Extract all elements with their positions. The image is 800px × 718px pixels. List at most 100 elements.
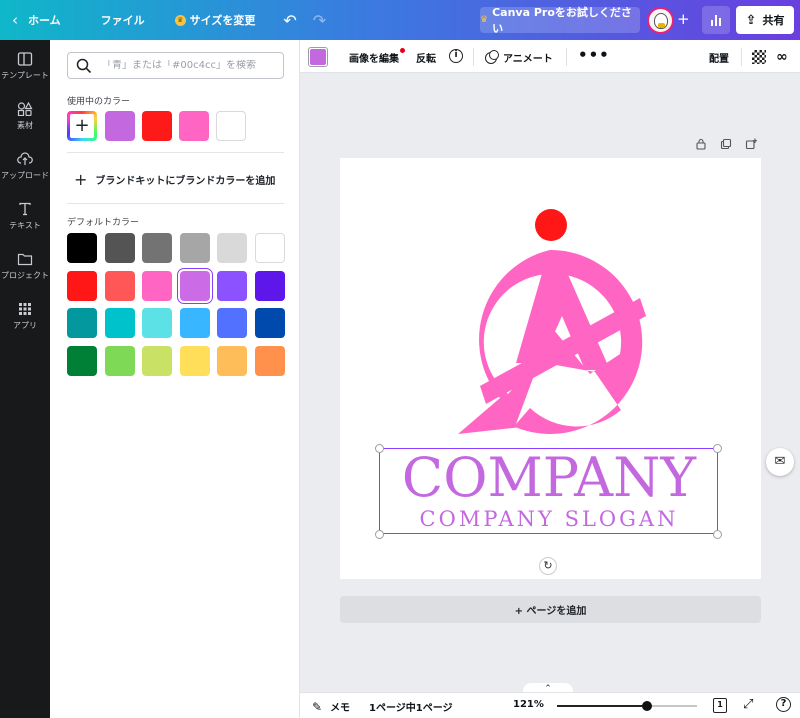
transparency-icon[interactable] bbox=[752, 50, 766, 64]
default-color-swatch[interactable] bbox=[67, 308, 97, 338]
comment-icon[interactable]: ✉ bbox=[766, 448, 794, 476]
help-icon[interactable]: ? bbox=[776, 697, 791, 712]
company-slogan-text[interactable]: COMPANY SLOGAN bbox=[386, 505, 712, 533]
text-color-button[interactable] bbox=[308, 47, 328, 67]
notes-button[interactable]: ✎ メモ bbox=[312, 699, 350, 715]
try-pro-button[interactable]: ♛ Canva Proをお試しください bbox=[480, 6, 640, 35]
default-color-swatch[interactable] bbox=[254, 308, 285, 338]
bar-chart-icon-bar bbox=[715, 15, 717, 26]
divider bbox=[67, 203, 284, 204]
info-icon[interactable]: i bbox=[449, 49, 463, 63]
logo-red-dot bbox=[535, 209, 567, 241]
default-color-swatch[interactable] bbox=[104, 233, 135, 263]
zoom-slider-knob[interactable] bbox=[641, 701, 652, 711]
zoom-slider-fill bbox=[557, 705, 647, 707]
default-color-swatch[interactable] bbox=[254, 270, 285, 301]
home-button[interactable]: ‹ ホーム bbox=[12, 0, 61, 40]
used-color-swatch[interactable] bbox=[105, 111, 135, 141]
animate-button[interactable]: アニメート bbox=[485, 49, 553, 65]
fullscreen-icon[interactable]: ⤢ bbox=[743, 697, 753, 712]
default-color-swatch[interactable] bbox=[104, 270, 135, 301]
crown-icon: ♛ bbox=[174, 14, 186, 26]
resize-button[interactable]: ♛ サイズを変更 bbox=[174, 0, 255, 40]
used-color-swatch[interactable] bbox=[179, 111, 209, 141]
used-color-swatch[interactable] bbox=[216, 111, 246, 141]
default-color-swatch[interactable] bbox=[179, 345, 210, 376]
default-color-swatch[interactable] bbox=[254, 233, 285, 263]
default-color-swatch[interactable] bbox=[104, 308, 135, 338]
nav-label: 素材 bbox=[17, 121, 33, 130]
notes-icon: ✎ bbox=[312, 699, 323, 714]
toolbar-separator bbox=[741, 48, 742, 66]
rotate-icon[interactable]: ↻ bbox=[539, 557, 557, 575]
lock-icon[interactable] bbox=[695, 138, 707, 150]
nav-item-text[interactable]: テキスト bbox=[0, 202, 50, 231]
undo-icon[interactable]: ↶ bbox=[283, 0, 296, 40]
zoom-level[interactable]: 121% bbox=[513, 699, 544, 710]
default-color-swatch[interactable] bbox=[254, 345, 285, 376]
used-colors-title: 使用中のカラー bbox=[67, 97, 131, 107]
default-color-swatch[interactable] bbox=[142, 233, 172, 263]
apps-icon bbox=[17, 302, 33, 316]
add-collaborator-icon[interactable]: + bbox=[677, 10, 690, 28]
default-color-swatch[interactable] bbox=[217, 308, 247, 338]
nav-item-template[interactable]: テンプレート bbox=[0, 52, 50, 81]
resize-handle[interactable] bbox=[713, 530, 722, 539]
used-color-swatch[interactable] bbox=[142, 111, 172, 141]
add-page-icon[interactable] bbox=[745, 138, 757, 150]
share-label: 共有 bbox=[762, 14, 785, 27]
default-color-swatch[interactable] bbox=[217, 233, 247, 263]
nav-item-upload[interactable]: アップロード bbox=[0, 152, 50, 181]
bar-chart-icon-bar bbox=[719, 18, 721, 26]
default-color-swatch[interactable] bbox=[67, 233, 97, 263]
default-color-swatch[interactable] bbox=[142, 308, 172, 338]
color-search-input[interactable] bbox=[102, 60, 272, 71]
add-page-button[interactable]: + ページを追加 bbox=[340, 596, 761, 623]
add-color-button[interactable]: + bbox=[67, 111, 97, 141]
nav-label: アプリ bbox=[13, 321, 37, 330]
nav-item-apps[interactable]: アプリ bbox=[0, 302, 50, 331]
default-color-swatch[interactable] bbox=[67, 270, 97, 301]
toolbar-separator bbox=[566, 48, 567, 66]
default-color-swatch[interactable] bbox=[67, 345, 97, 376]
flip-button[interactable]: 反転 bbox=[416, 50, 436, 65]
resize-handle[interactable] bbox=[713, 444, 722, 453]
default-color-swatch[interactable] bbox=[179, 270, 210, 301]
bar-chart-icon bbox=[711, 20, 713, 26]
nav-label: プロジェクト bbox=[1, 271, 49, 280]
crown-icon: ♛ bbox=[480, 15, 489, 25]
add-brand-color-button[interactable]: + ブランドキットにブランドカラーを追加 bbox=[74, 170, 275, 189]
default-color-swatch[interactable] bbox=[104, 345, 135, 376]
share-icon: ⇪ bbox=[745, 12, 757, 28]
chevron-left-icon: ‹ bbox=[12, 11, 18, 29]
avatar[interactable] bbox=[647, 7, 674, 34]
nav-item-elements[interactable]: 素材 bbox=[0, 101, 50, 131]
edit-image-button[interactable]: 画像を編集 bbox=[349, 48, 405, 65]
default-color-swatch[interactable] bbox=[217, 345, 247, 376]
zoom-slider[interactable] bbox=[557, 701, 697, 711]
page-view-button[interactable]: 1 bbox=[713, 698, 727, 713]
position-button[interactable]: 配置 bbox=[709, 50, 729, 65]
file-menu-button[interactable]: ファイル bbox=[101, 0, 145, 40]
link-icon[interactable]: ∞ bbox=[776, 49, 788, 65]
try-pro-label: Canva Proをお試しください bbox=[492, 6, 632, 35]
resize-handle[interactable] bbox=[375, 530, 384, 539]
company-text[interactable]: COMPANY bbox=[386, 448, 712, 508]
color-search-box[interactable] bbox=[67, 52, 284, 79]
nav-item-projects[interactable]: プロジェクト bbox=[0, 252, 50, 281]
elements-icon bbox=[17, 101, 33, 117]
default-color-swatch[interactable] bbox=[142, 345, 172, 376]
current-color-swatch bbox=[310, 49, 326, 65]
default-color-swatch[interactable] bbox=[179, 233, 210, 263]
resize-handle[interactable] bbox=[375, 444, 384, 453]
redo-icon[interactable]: ↷ bbox=[313, 0, 326, 40]
default-color-swatch[interactable] bbox=[179, 308, 210, 338]
insights-button[interactable] bbox=[702, 6, 730, 34]
more-options-icon[interactable]: ••• bbox=[578, 46, 610, 64]
editor-toolbar: 画像を編集 反転 i アニメート ••• 配置 ∞ bbox=[300, 40, 800, 73]
share-button[interactable]: ⇪ 共有 bbox=[736, 6, 794, 34]
default-color-swatch[interactable] bbox=[217, 270, 247, 301]
default-color-swatch[interactable] bbox=[142, 270, 172, 301]
duplicate-page-icon[interactable] bbox=[720, 138, 732, 150]
toolbar-separator bbox=[473, 48, 474, 66]
